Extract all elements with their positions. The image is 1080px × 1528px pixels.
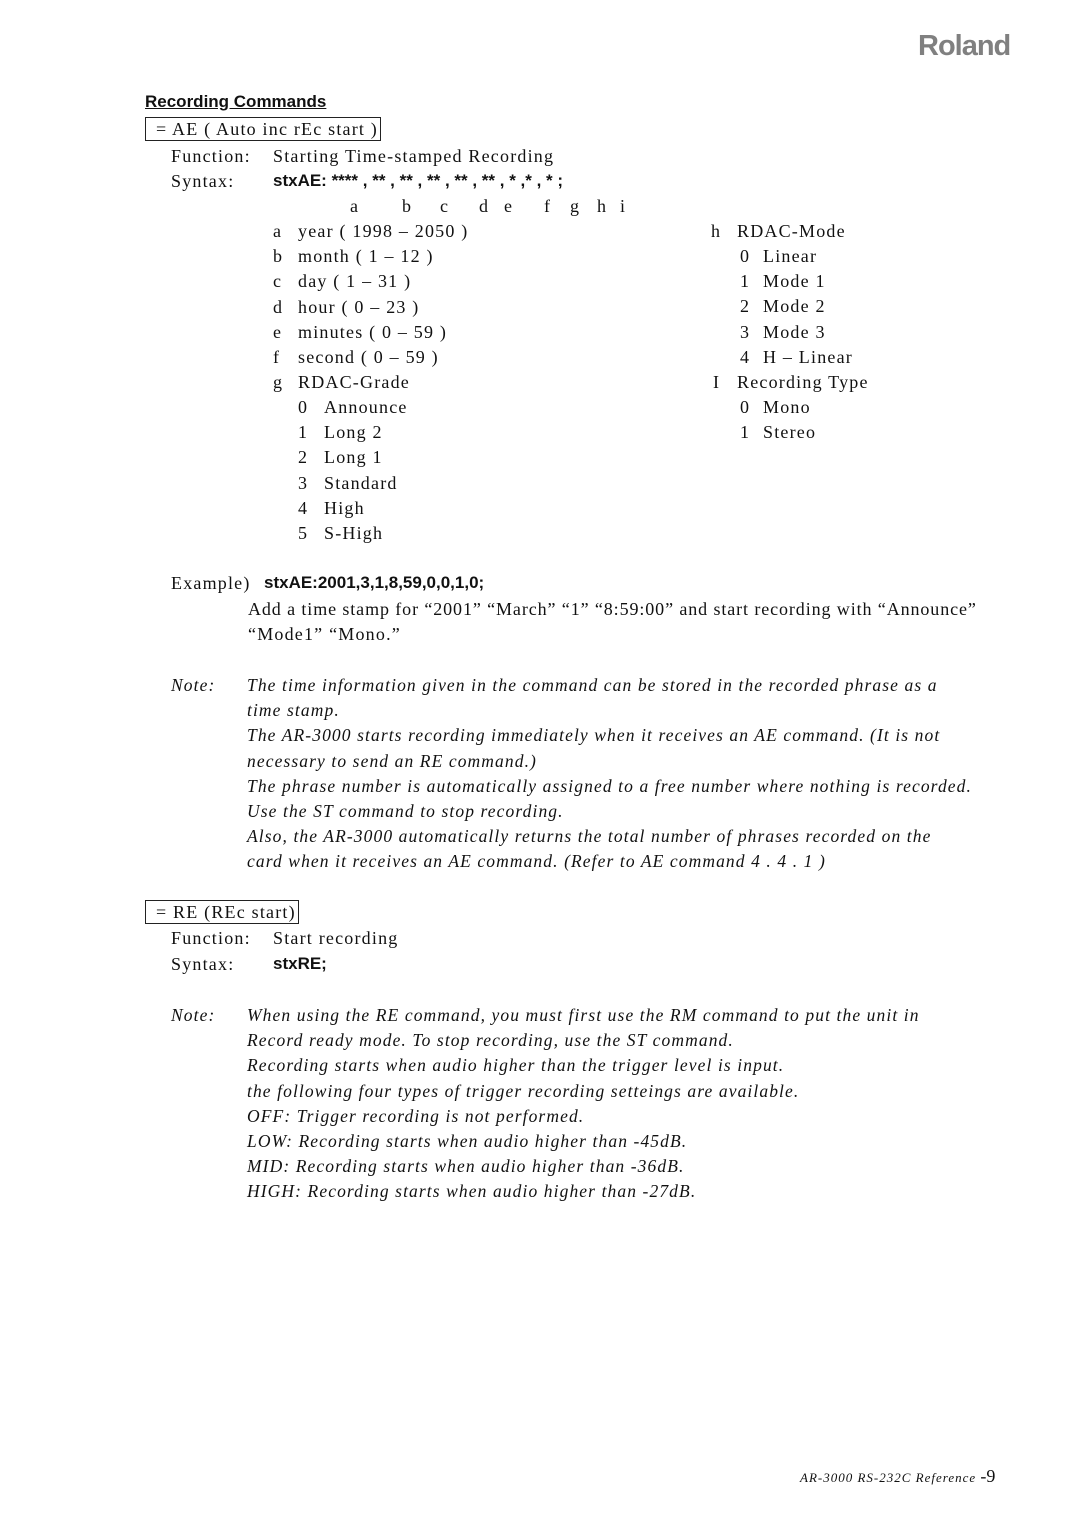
footer-reference: AR-3000 RS-232C Reference	[800, 1470, 977, 1485]
grade-option-text: S-High	[324, 523, 384, 543]
mode-param-key: h	[711, 221, 722, 241]
param-key: c	[273, 271, 283, 292]
mode-option-key: 2	[740, 296, 751, 317]
type-option-key: 1	[740, 422, 751, 443]
re-note-line: OFF: Trigger recording is not performed.	[247, 1105, 585, 1126]
param-key: f	[273, 347, 281, 367]
re-note-line: the following four types of trigger reco…	[247, 1080, 800, 1101]
re-syntax-label: Syntax:	[171, 954, 235, 974]
re-note-label: Note:	[171, 1005, 216, 1025]
ae-note-line: Use the ST command to stop recording.	[247, 801, 564, 821]
re-note-line: Record ready mode. To stop recording, us…	[247, 1030, 734, 1051]
grade-option-key: 0	[298, 397, 309, 417]
type-param-text: Recording Type	[737, 372, 869, 392]
param-text: minutes ( 0 – 59 )	[298, 321, 448, 342]
ae-syntax-label: Syntax:	[171, 171, 235, 191]
example-description-line-1: Add a time stamp for “2001” “March” “1” …	[248, 599, 977, 619]
re-note-line: HIGH: Recording starts when audio higher…	[247, 1181, 697, 1202]
ae-note-line: necessary to send an RE command.)	[247, 750, 537, 771]
re-note-line: MID: Recording starts when audio higher …	[247, 1156, 685, 1177]
ae-note-line: The phrase number is automatically assig…	[247, 775, 972, 796]
ae-note-line: Also, the AR-3000 automatically returns …	[247, 826, 932, 847]
param-key: a	[273, 221, 283, 241]
param-letter-e: e	[504, 196, 514, 216]
mode-option-key: 0	[740, 246, 751, 266]
page-number: -9	[980, 1466, 996, 1486]
example-description-line-2: “Mode1” “Mono.”	[248, 624, 401, 644]
mode-option-key: 3	[740, 321, 751, 342]
ae-note-line: card when it receives an AE command. (Re…	[247, 851, 826, 872]
ae-function-label: Function:	[171, 146, 251, 166]
ae-command-box: = AE ( Auto inc rEc start )	[145, 117, 382, 141]
re-note-line: Recording starts when audio higher than …	[247, 1055, 785, 1076]
mode-option-key: 1	[740, 271, 751, 292]
param-key: e	[273, 321, 283, 342]
param-text: hour ( 0 – 23 )	[298, 296, 420, 317]
param-letter-d: d	[479, 196, 490, 216]
re-command-box: = RE (REc start)	[145, 900, 299, 924]
param-text: RDAC-Grade	[298, 372, 410, 393]
re-function-label: Function:	[171, 928, 251, 948]
mode-option-text: Linear	[763, 246, 818, 266]
grade-option-text: Standard	[324, 472, 398, 493]
ae-note-line: The time information given in the comman…	[247, 675, 938, 695]
mode-option-text: Mode 2	[763, 296, 826, 317]
ae-note-label: Note:	[171, 675, 216, 695]
param-letter-a: a	[350, 196, 360, 216]
re-note-line: When using the RE command, you must firs…	[247, 1005, 920, 1025]
param-letter-b: b	[402, 196, 413, 216]
grade-option-text: Long 1	[324, 447, 383, 468]
grade-option-key: 5	[298, 523, 309, 543]
param-letter-c: c	[440, 196, 450, 216]
mode-option-text: H – Linear	[763, 346, 853, 367]
type-option-key: 0	[740, 397, 751, 417]
grade-option-text: Long 2	[324, 422, 383, 443]
re-note-line: LOW: Recording starts when audio higher …	[247, 1131, 688, 1151]
grade-option-text: Announce	[324, 397, 408, 417]
param-letter-f: f	[544, 196, 552, 216]
mode-param-text: RDAC-Mode	[737, 221, 846, 241]
re-function-value: Start recording	[273, 928, 399, 948]
type-param-key: I	[713, 372, 721, 392]
ae-note-line: time stamp.	[247, 700, 340, 721]
param-key: g	[273, 372, 284, 393]
example-command: stxAE:2001,3,1,8,59,0,0,1,0;	[264, 573, 485, 592]
mode-option-key: 4	[740, 346, 751, 367]
param-letter-h: h	[597, 196, 608, 216]
mode-option-text: Mode 1	[763, 271, 826, 292]
param-key: d	[273, 296, 284, 317]
param-letter-g: g	[570, 196, 581, 216]
re-syntax-value: stxRE;	[273, 954, 327, 973]
param-letter-i: i	[620, 196, 627, 216]
grade-option-text: High	[324, 497, 365, 518]
ae-note-line: The AR-3000 starts recording immediately…	[247, 725, 941, 746]
page-footer: AR-3000 RS-232C Reference -9	[800, 1466, 995, 1487]
ae-syntax-value: stxAE: **** , ** , ** , ** , ** , ** , *…	[273, 171, 564, 190]
type-option-text: Stereo	[763, 422, 817, 443]
example-label: Example)	[171, 573, 251, 593]
grade-option-key: 1	[298, 422, 309, 443]
roland-logo: Roland	[918, 30, 1011, 62]
ae-function-value: Starting Time-stamped Recording	[273, 146, 555, 166]
param-key: b	[273, 246, 284, 267]
type-option-text: Mono	[763, 397, 811, 417]
param-text: day ( 1 – 31 )	[298, 271, 412, 292]
mode-option-text: Mode 3	[763, 321, 826, 342]
param-text: second ( 0 – 59 )	[298, 347, 439, 367]
grade-option-key: 3	[298, 472, 309, 493]
section-title: Recording Commands	[145, 92, 327, 111]
param-text: month ( 1 – 12 )	[298, 246, 434, 267]
grade-option-key: 2	[298, 447, 309, 468]
grade-option-key: 4	[298, 497, 309, 518]
param-text: year ( 1998 – 2050 )	[298, 221, 469, 241]
